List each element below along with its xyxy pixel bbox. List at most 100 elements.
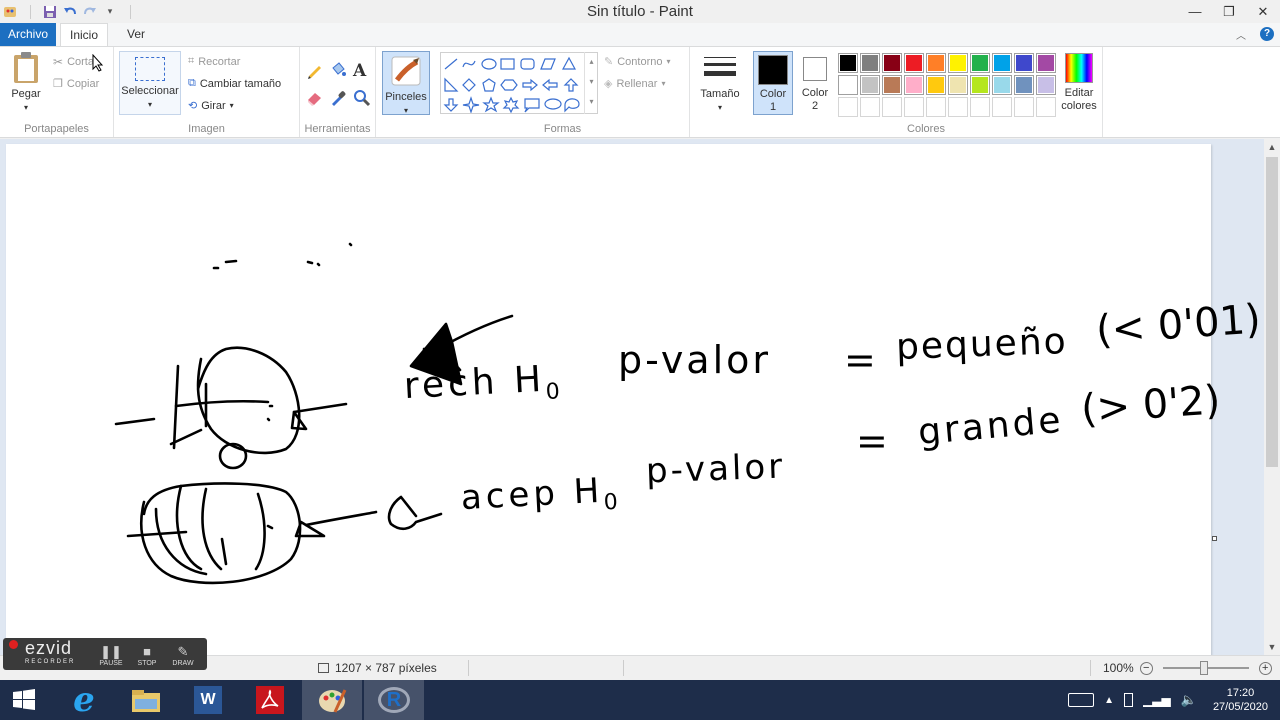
collapse-ribbon-icon[interactable]: ︿	[1236, 27, 1246, 42]
palette-swatch[interactable]	[838, 97, 858, 117]
customize-qat-icon[interactable]: ▾	[102, 4, 118, 20]
palette-swatch[interactable]	[992, 97, 1012, 117]
palette-swatch[interactable]	[992, 75, 1012, 95]
palette-swatch[interactable]	[1014, 97, 1034, 117]
shapes-gallery[interactable]	[440, 52, 598, 114]
close-button[interactable]: ✕	[1246, 0, 1280, 23]
zoom-out-icon[interactable]: −	[1139, 661, 1153, 675]
palette-swatch[interactable]	[1036, 97, 1056, 117]
rotate-button[interactable]: ⟲ Girar ▾	[188, 99, 234, 113]
palette-swatch[interactable]	[860, 97, 880, 117]
palette-swatch[interactable]	[1014, 75, 1034, 95]
canvas-line-3-left: acep H0	[459, 470, 623, 519]
fill-button[interactable]: ◈ Rellenar ▾	[604, 77, 665, 91]
keyboard-icon[interactable]	[1068, 693, 1095, 707]
palette-swatch[interactable]	[1036, 53, 1056, 73]
palette-swatch[interactable]	[970, 53, 990, 73]
color2-button[interactable]: Color 2	[797, 51, 833, 113]
drawing-canvas[interactable]: rech H0 p-valor = pequeño (< 0'01) acep …	[6, 144, 1262, 655]
pencil-icon[interactable]	[306, 61, 328, 81]
palette-swatch[interactable]	[882, 97, 902, 117]
palette-swatch[interactable]	[970, 75, 990, 95]
ribbon-tabs: Archivo Inicio Ver ︿ ?	[0, 23, 1280, 46]
eraser-icon[interactable]	[306, 89, 328, 109]
clock[interactable]: 17:20 27/05/2020	[1213, 686, 1268, 714]
scroll-down-icon[interactable]: ▼	[1264, 639, 1280, 655]
color1-button[interactable]: Color 1	[753, 51, 793, 115]
tab-view[interactable]: Ver	[118, 23, 154, 46]
copy-button[interactable]: ❐ Copiar	[53, 77, 99, 91]
taskbar-paint[interactable]	[302, 680, 362, 720]
select-rect-icon	[135, 57, 165, 81]
magnifier-icon[interactable]	[353, 89, 375, 109]
show-hidden-icons-icon[interactable]: ▲	[1104, 695, 1114, 706]
battery-icon[interactable]	[1124, 693, 1134, 707]
palette-swatch[interactable]	[860, 75, 880, 95]
tab-home[interactable]: Inicio	[60, 23, 108, 46]
redo-icon[interactable]	[82, 4, 98, 20]
paste-button[interactable]: Pegar ▾	[6, 51, 46, 114]
recorder-stop-button[interactable]: ■ STOP	[129, 638, 165, 670]
crop-button[interactable]: ⌗ Recortar	[188, 55, 240, 68]
tab-file[interactable]: Archivo	[0, 23, 56, 46]
palette-swatch[interactable]	[904, 97, 924, 117]
help-icon[interactable]: ?	[1260, 27, 1274, 41]
taskbar-r[interactable]: R	[364, 680, 424, 720]
network-icon[interactable]: ▁▃▅	[1143, 693, 1171, 707]
palette-swatch[interactable]	[926, 97, 946, 117]
palette-swatch[interactable]	[992, 53, 1012, 73]
taskbar-word[interactable]: W	[178, 680, 238, 720]
palette-swatch[interactable]	[838, 75, 858, 95]
palette-swatch[interactable]	[838, 53, 858, 73]
zoom-slider-knob[interactable]	[1199, 661, 1208, 675]
palette-swatch[interactable]	[1014, 53, 1034, 73]
mouse-cursor-icon	[92, 54, 104, 72]
palette-swatch[interactable]	[860, 53, 880, 73]
palette-swatch[interactable]	[948, 75, 968, 95]
color2-swatch	[803, 57, 827, 81]
brushes-button[interactable]: Pinceles ▾	[382, 51, 430, 115]
minimize-button[interactable]: —	[1178, 0, 1212, 23]
start-button[interactable]	[0, 680, 48, 720]
maximize-button[interactable]: ❐	[1212, 0, 1246, 23]
select-button[interactable]: Seleccionar ▾	[119, 51, 181, 115]
palette-swatch[interactable]	[970, 97, 990, 117]
cut-button[interactable]: ✂ Cortar	[53, 55, 98, 69]
scroll-thumb[interactable]	[1266, 157, 1278, 467]
zoom-slider[interactable]	[1162, 661, 1249, 675]
taskbar-internet-explorer[interactable]: e	[54, 680, 114, 720]
shapes-scroll[interactable]: ▴ ▾ ▾	[584, 52, 598, 114]
palette-swatch[interactable]	[1036, 75, 1056, 95]
undo-icon[interactable]	[62, 4, 78, 20]
fill-bucket-icon[interactable]	[329, 61, 351, 81]
palette-swatch-color	[972, 55, 988, 71]
save-icon[interactable]	[42, 4, 58, 20]
palette-swatch[interactable]	[948, 97, 968, 117]
resize-button[interactable]: ⧉ Cambiar tamaño	[188, 77, 281, 90]
canvas-resize-handle[interactable]	[1212, 536, 1217, 541]
vertical-scrollbar[interactable]: ▲ ▼	[1264, 139, 1280, 655]
palette-swatch[interactable]	[948, 53, 968, 73]
palette-swatch[interactable]	[904, 53, 924, 73]
pen-icon: ✎	[177, 644, 189, 659]
size-button[interactable]: Tamaño ▾	[694, 51, 746, 114]
shapes-group: ▴ ▾ ▾ ✎ Contorno ▾ ◈ Rellenar ▾ Formas	[436, 47, 690, 137]
scroll-up-icon[interactable]: ▲	[1264, 139, 1280, 155]
text-tool-icon[interactable]: A	[353, 61, 375, 81]
taskbar-acrobat[interactable]	[240, 680, 300, 720]
palette-swatch[interactable]	[882, 53, 902, 73]
color-picker-icon[interactable]	[329, 89, 351, 109]
outline-button[interactable]: ✎ Contorno ▾	[604, 55, 671, 69]
palette-swatch[interactable]	[926, 53, 946, 73]
volume-muted-icon[interactable]: 🔈	[1181, 692, 1197, 708]
recorder-draw-button[interactable]: ✎ DRAW	[165, 638, 201, 670]
zoom-in-icon[interactable]: +	[1258, 661, 1272, 675]
taskbar-file-explorer[interactable]	[116, 680, 176, 720]
edit-colors-button[interactable]: Editar colores	[1058, 51, 1100, 113]
palette-swatch[interactable]	[926, 75, 946, 95]
palette-swatch[interactable]	[882, 75, 902, 95]
paint-app-icon[interactable]	[2, 4, 18, 20]
color-wheel-icon	[1065, 53, 1093, 83]
recorder-pause-button[interactable]: ❚❚ PAUSE	[93, 638, 129, 670]
palette-swatch[interactable]	[904, 75, 924, 95]
